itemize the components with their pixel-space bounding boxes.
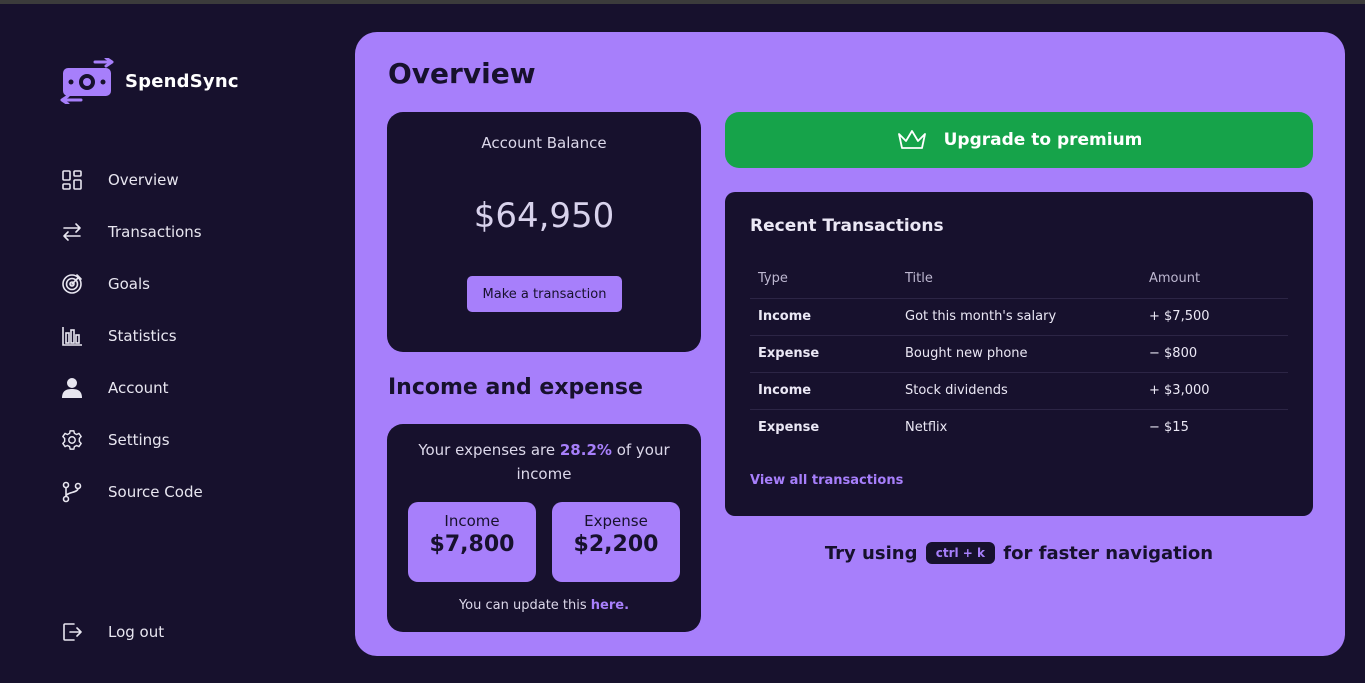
sidebar-item-label: Goals [108, 275, 150, 293]
row-amount: + $7,500 [1141, 298, 1288, 336]
page-title: Overview [388, 57, 536, 90]
keyboard-shortcut-tip: Try using ctrl + k for faster navigation [725, 542, 1313, 564]
transactions-table: Type Title Amount Income Got this month'… [750, 260, 1288, 446]
target-icon [60, 272, 84, 296]
tip-suffix: for faster navigation [997, 543, 1214, 564]
git-branch-icon [60, 480, 84, 504]
bar-chart-icon [60, 324, 84, 348]
balance-amount: $64,950 [473, 196, 615, 236]
sidebar-item-goals[interactable]: Goals [60, 258, 203, 310]
update-here-link[interactable]: here. [591, 598, 629, 613]
column-header-amount: Amount [1141, 260, 1288, 299]
recent-transactions-card: Recent Transactions Type Title Amount In… [725, 192, 1313, 516]
sidebar-item-label: Settings [108, 431, 170, 449]
sidebar-item-settings[interactable]: Settings [60, 414, 203, 466]
sidebar-nav: Overview Transactions Goals Statistics A… [60, 154, 203, 518]
sidebar-item-label: Account [108, 379, 169, 397]
make-transaction-button[interactable]: Make a transaction [467, 276, 622, 312]
column-header-type: Type [750, 260, 897, 299]
expense-label: Expense [584, 512, 648, 530]
arrows-swap-icon [60, 220, 84, 244]
sidebar-item-transactions[interactable]: Transactions [60, 206, 203, 258]
expense-ratio-percent: 28.2% [559, 441, 612, 459]
sidebar-item-account[interactable]: Account [60, 362, 203, 414]
row-amount: + $3,000 [1141, 372, 1288, 410]
expense-ratio-prefix: Your expenses are [418, 441, 560, 459]
update-hint-text: You can update this [458, 598, 591, 613]
income-label: Income [444, 512, 500, 530]
expense-ratio-text: Your expenses are 28.2% of your income [407, 438, 681, 486]
sidebar-item-label: Transactions [108, 223, 202, 241]
upgrade-premium-button[interactable]: Upgrade to premium [725, 112, 1313, 168]
logout-button[interactable]: Log out [60, 606, 164, 658]
row-title: Stock dividends [897, 372, 1141, 410]
logout-label: Log out [108, 623, 165, 641]
expense-card: Expense $2,200 [552, 502, 680, 582]
crown-icon [897, 130, 926, 149]
sidebar-item-overview[interactable]: Overview [60, 154, 203, 206]
upgrade-premium-label: Upgrade to premium [943, 130, 1143, 150]
user-icon [60, 376, 84, 400]
table-row[interactable]: Income Stock dividends + $3,000 [750, 372, 1288, 410]
gear-icon [60, 428, 84, 452]
account-balance-card: Account Balance $64,950 Make a transacti… [387, 112, 701, 352]
table-row[interactable]: Expense Netflix − $15 [750, 409, 1288, 446]
shortcut-key-badge: ctrl + k [925, 542, 995, 564]
income-value: $7,800 [429, 532, 515, 557]
row-amount: − $15 [1149, 420, 1189, 436]
row-type: Income [750, 298, 897, 336]
app-name: SpendSync [125, 70, 239, 92]
table-header-row: Type Title Amount [750, 260, 1288, 299]
sidebar-item-label: Statistics [108, 327, 177, 345]
row-title: Got this month's salary [897, 298, 1141, 336]
expense-value: $2,200 [573, 532, 659, 557]
recent-transactions-title: Recent Transactions [750, 216, 944, 236]
table-row[interactable]: Expense Bought new phone − $800 [750, 335, 1288, 373]
view-all-transactions-link[interactable]: View all transactions [750, 473, 903, 488]
money-sync-icon [60, 58, 114, 104]
sidebar-item-source-code[interactable]: Source Code [60, 466, 203, 518]
row-title: Bought new phone [897, 335, 1141, 373]
update-hint: You can update this here. [387, 598, 701, 613]
row-type: Expense [750, 335, 897, 373]
table-row[interactable]: Income Got this month's salary + $7,500 [750, 298, 1288, 336]
logout-icon [60, 620, 84, 644]
sidebar-item-label: Overview [108, 171, 179, 189]
app-logo[interactable]: SpendSync [59, 58, 239, 104]
income-card: Income $7,800 [408, 502, 536, 582]
income-expense-title: Income and expense [388, 375, 643, 400]
balance-label: Account Balance [481, 134, 607, 152]
row-type: Expense [758, 420, 820, 436]
tip-prefix: Try using [824, 543, 924, 564]
column-header-title: Title [897, 260, 1141, 299]
main-panel: Overview Account Balance $64,950 Make a … [355, 32, 1345, 656]
row-title: Netflix [905, 420, 948, 436]
overview-grid-icon [60, 168, 84, 192]
sidebar-item-statistics[interactable]: Statistics [60, 310, 203, 362]
row-amount: − $800 [1141, 335, 1288, 373]
sidebar: SpendSync Overview Transactions Goals St… [0, 4, 355, 683]
income-expense-card: Your expenses are 28.2% of your income I… [387, 424, 701, 632]
sidebar-item-label: Source Code [108, 483, 203, 501]
row-type: Income [750, 372, 897, 410]
